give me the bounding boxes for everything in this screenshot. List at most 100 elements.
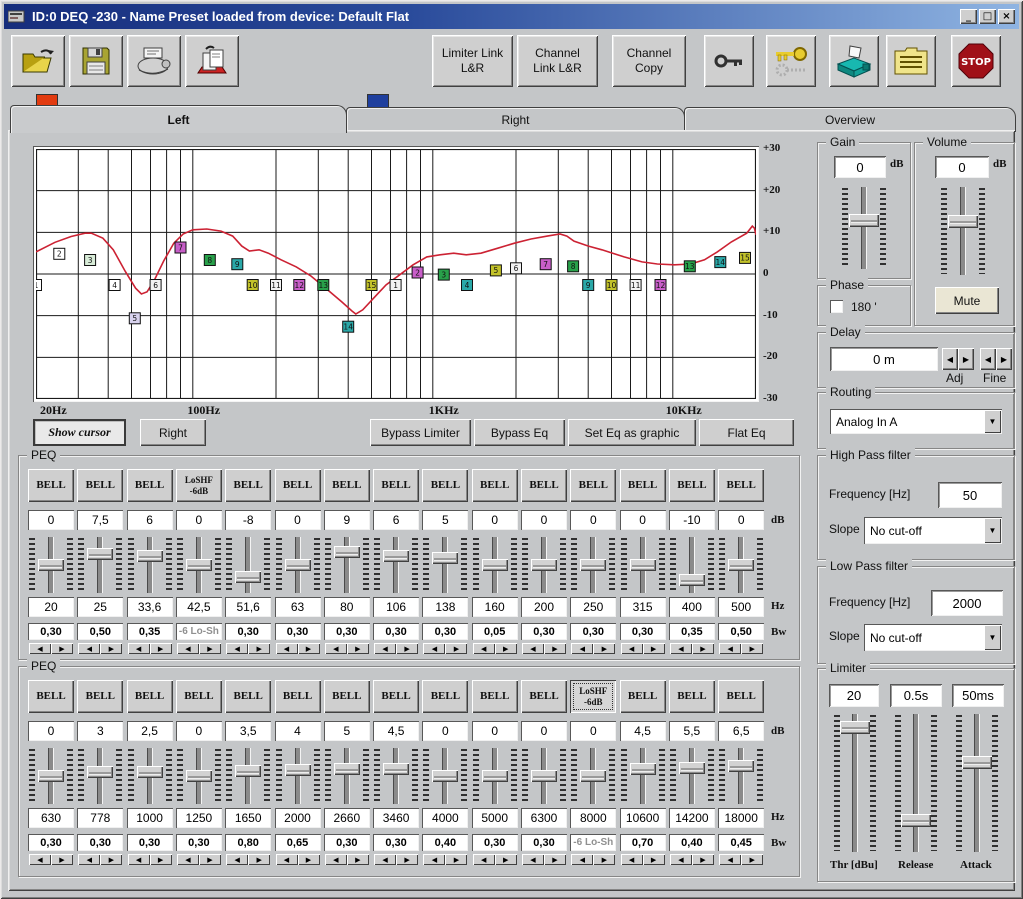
bandwidth-increase-button[interactable]: ▶ <box>643 854 665 865</box>
eq-type-button[interactable]: BELL <box>669 469 715 502</box>
band-frequency-field[interactable]: 778 <box>77 808 123 828</box>
band-bandwidth-field[interactable]: 0,30 <box>373 623 419 640</box>
band-gain-field[interactable]: 0 <box>521 721 567 741</box>
bandwidth-increase-button[interactable]: ▶ <box>495 854 517 865</box>
bandwidth-decrease-button[interactable]: ◀ <box>276 643 298 654</box>
save-preset-button[interactable] <box>69 35 123 87</box>
bandwidth-increase-button[interactable]: ▶ <box>593 854 615 865</box>
volume-value-field[interactable]: 0 <box>935 156 989 178</box>
band-gain-slider[interactable] <box>670 537 714 593</box>
band-gain-field[interactable]: 0 <box>620 510 666 530</box>
band-bandwidth-field[interactable]: 0,30 <box>570 623 616 640</box>
eq-band-marker[interactable]: 11 <box>271 280 282 291</box>
eq-type-button[interactable]: BELL <box>176 680 222 713</box>
bandwidth-decrease-button[interactable]: ◀ <box>423 643 445 654</box>
band-gain-field[interactable]: 6,5 <box>718 721 764 741</box>
bandwidth-decrease-button[interactable]: ◀ <box>719 643 741 654</box>
bandwidth-increase-button[interactable]: ▶ <box>248 854 270 865</box>
notes-button[interactable] <box>886 35 936 87</box>
band-bandwidth-field[interactable]: 0,30 <box>77 834 123 851</box>
dropdown-arrow-icon[interactable]: ▼ <box>984 625 1001 650</box>
eq-band-marker[interactable]: 8 <box>204 255 215 266</box>
eq-band-marker[interactable]: 8 <box>568 261 579 272</box>
close-button[interactable]: × <box>998 9 1015 24</box>
band-bandwidth-field[interactable]: 0,35 <box>669 623 715 640</box>
eq-type-button[interactable]: BELL <box>620 680 666 713</box>
band-gain-slider[interactable] <box>177 748 221 804</box>
band-gain-slider[interactable] <box>522 537 566 593</box>
channel-copy-button[interactable]: Channel Copy <box>612 35 686 87</box>
hpf-slope-dropdown[interactable]: No cut-off ▼ <box>864 517 1002 544</box>
band-gain-slider[interactable] <box>621 537 665 593</box>
bandwidth-decrease-button[interactable]: ◀ <box>128 643 150 654</box>
band-bandwidth-field[interactable]: 0,30 <box>275 623 321 640</box>
bandwidth-decrease-button[interactable]: ◀ <box>423 854 445 865</box>
band-frequency-field[interactable]: 1250 <box>176 808 222 828</box>
set-eq-as-graphic-button[interactable]: Set Eq as graphic <box>568 419 696 446</box>
band-gain-slider[interactable] <box>571 537 615 593</box>
bandwidth-decrease-button[interactable]: ◀ <box>226 643 248 654</box>
band-gain-field[interactable]: 4 <box>275 721 321 741</box>
delay-fine-left-button[interactable]: ◀ <box>980 348 996 370</box>
bypass-limiter-button[interactable]: Bypass Limiter <box>370 419 471 446</box>
band-frequency-field[interactable]: 42,5 <box>176 597 222 617</box>
bandwidth-increase-button[interactable]: ▶ <box>544 643 566 654</box>
bandwidth-decrease-button[interactable]: ◀ <box>522 643 544 654</box>
bandwidth-increase-button[interactable]: ▶ <box>347 643 369 654</box>
eq-type-button[interactable]: BELL <box>373 680 419 713</box>
limiter-release-slider[interactable] <box>895 714 937 852</box>
eq-band-marker[interactable]: 6 <box>150 280 161 291</box>
bandwidth-decrease-button[interactable]: ◀ <box>621 643 643 654</box>
eq-type-button[interactable]: BELL <box>718 469 764 502</box>
band-gain-slider[interactable] <box>719 537 763 593</box>
band-gain-field[interactable]: 0 <box>275 510 321 530</box>
band-frequency-field[interactable]: 200 <box>521 597 567 617</box>
eq-type-button[interactable]: BELL <box>472 469 518 502</box>
bandwidth-decrease-button[interactable]: ◀ <box>719 854 741 865</box>
eq-type-button[interactable]: BELL <box>422 680 468 713</box>
band-frequency-field[interactable]: 250 <box>570 597 616 617</box>
bandwidth-decrease-button[interactable]: ◀ <box>571 854 593 865</box>
band-gain-slider[interactable] <box>226 537 270 593</box>
band-bandwidth-field[interactable]: 0,35 <box>127 623 173 640</box>
bandwidth-increase-button[interactable]: ▶ <box>692 854 714 865</box>
eq-type-button[interactable]: BELL <box>521 469 567 502</box>
band-gain-slider[interactable] <box>78 748 122 804</box>
print-preview-button[interactable] <box>185 35 239 87</box>
bandwidth-increase-button[interactable]: ▶ <box>741 643 763 654</box>
band-frequency-field[interactable]: 400 <box>669 597 715 617</box>
band-gain-field[interactable]: 0 <box>472 721 518 741</box>
band-frequency-field[interactable]: 18000 <box>718 808 764 828</box>
band-bandwidth-field[interactable]: -6 Lo-Sh <box>570 834 616 851</box>
delay-adj-right-button[interactable]: ▶ <box>958 348 974 370</box>
band-bandwidth-field[interactable]: 0,30 <box>28 834 74 851</box>
bandwidth-decrease-button[interactable]: ◀ <box>374 854 396 865</box>
bandwidth-increase-button[interactable]: ▶ <box>51 854 73 865</box>
minimize-button[interactable]: _ <box>960 9 977 24</box>
band-gain-field[interactable]: 9 <box>324 510 370 530</box>
eq-graph[interactable]: 1234567891011121314151234567891011121314… <box>33 146 759 402</box>
band-gain-field[interactable]: 4,5 <box>620 721 666 741</box>
limiter-attack-field[interactable]: 50ms <box>952 684 1004 707</box>
gain-slider[interactable] <box>842 187 886 269</box>
bandwidth-decrease-button[interactable]: ◀ <box>473 854 495 865</box>
bandwidth-decrease-button[interactable]: ◀ <box>128 854 150 865</box>
band-gain-slider[interactable] <box>128 537 172 593</box>
band-gain-slider[interactable] <box>29 537 73 593</box>
bandwidth-decrease-button[interactable]: ◀ <box>177 854 199 865</box>
bandwidth-decrease-button[interactable]: ◀ <box>325 854 347 865</box>
bandwidth-decrease-button[interactable]: ◀ <box>670 854 692 865</box>
band-gain-slider[interactable] <box>473 748 517 804</box>
eq-band-marker[interactable]: 15 <box>366 280 377 291</box>
band-frequency-field[interactable]: 10600 <box>620 808 666 828</box>
bandwidth-increase-button[interactable]: ▶ <box>445 854 467 865</box>
band-bandwidth-field[interactable]: 0,30 <box>28 623 74 640</box>
bandwidth-decrease-button[interactable]: ◀ <box>29 643 51 654</box>
band-gain-field[interactable]: 0 <box>422 721 468 741</box>
band-gain-field[interactable]: -10 <box>669 510 715 530</box>
band-gain-slider[interactable] <box>276 748 320 804</box>
eq-band-marker[interactable]: 10 <box>606 280 617 291</box>
bandwidth-decrease-button[interactable]: ◀ <box>670 643 692 654</box>
eq-band-marker[interactable]: 3 <box>85 255 96 266</box>
eq-band-marker[interactable]: 3 <box>438 269 449 280</box>
